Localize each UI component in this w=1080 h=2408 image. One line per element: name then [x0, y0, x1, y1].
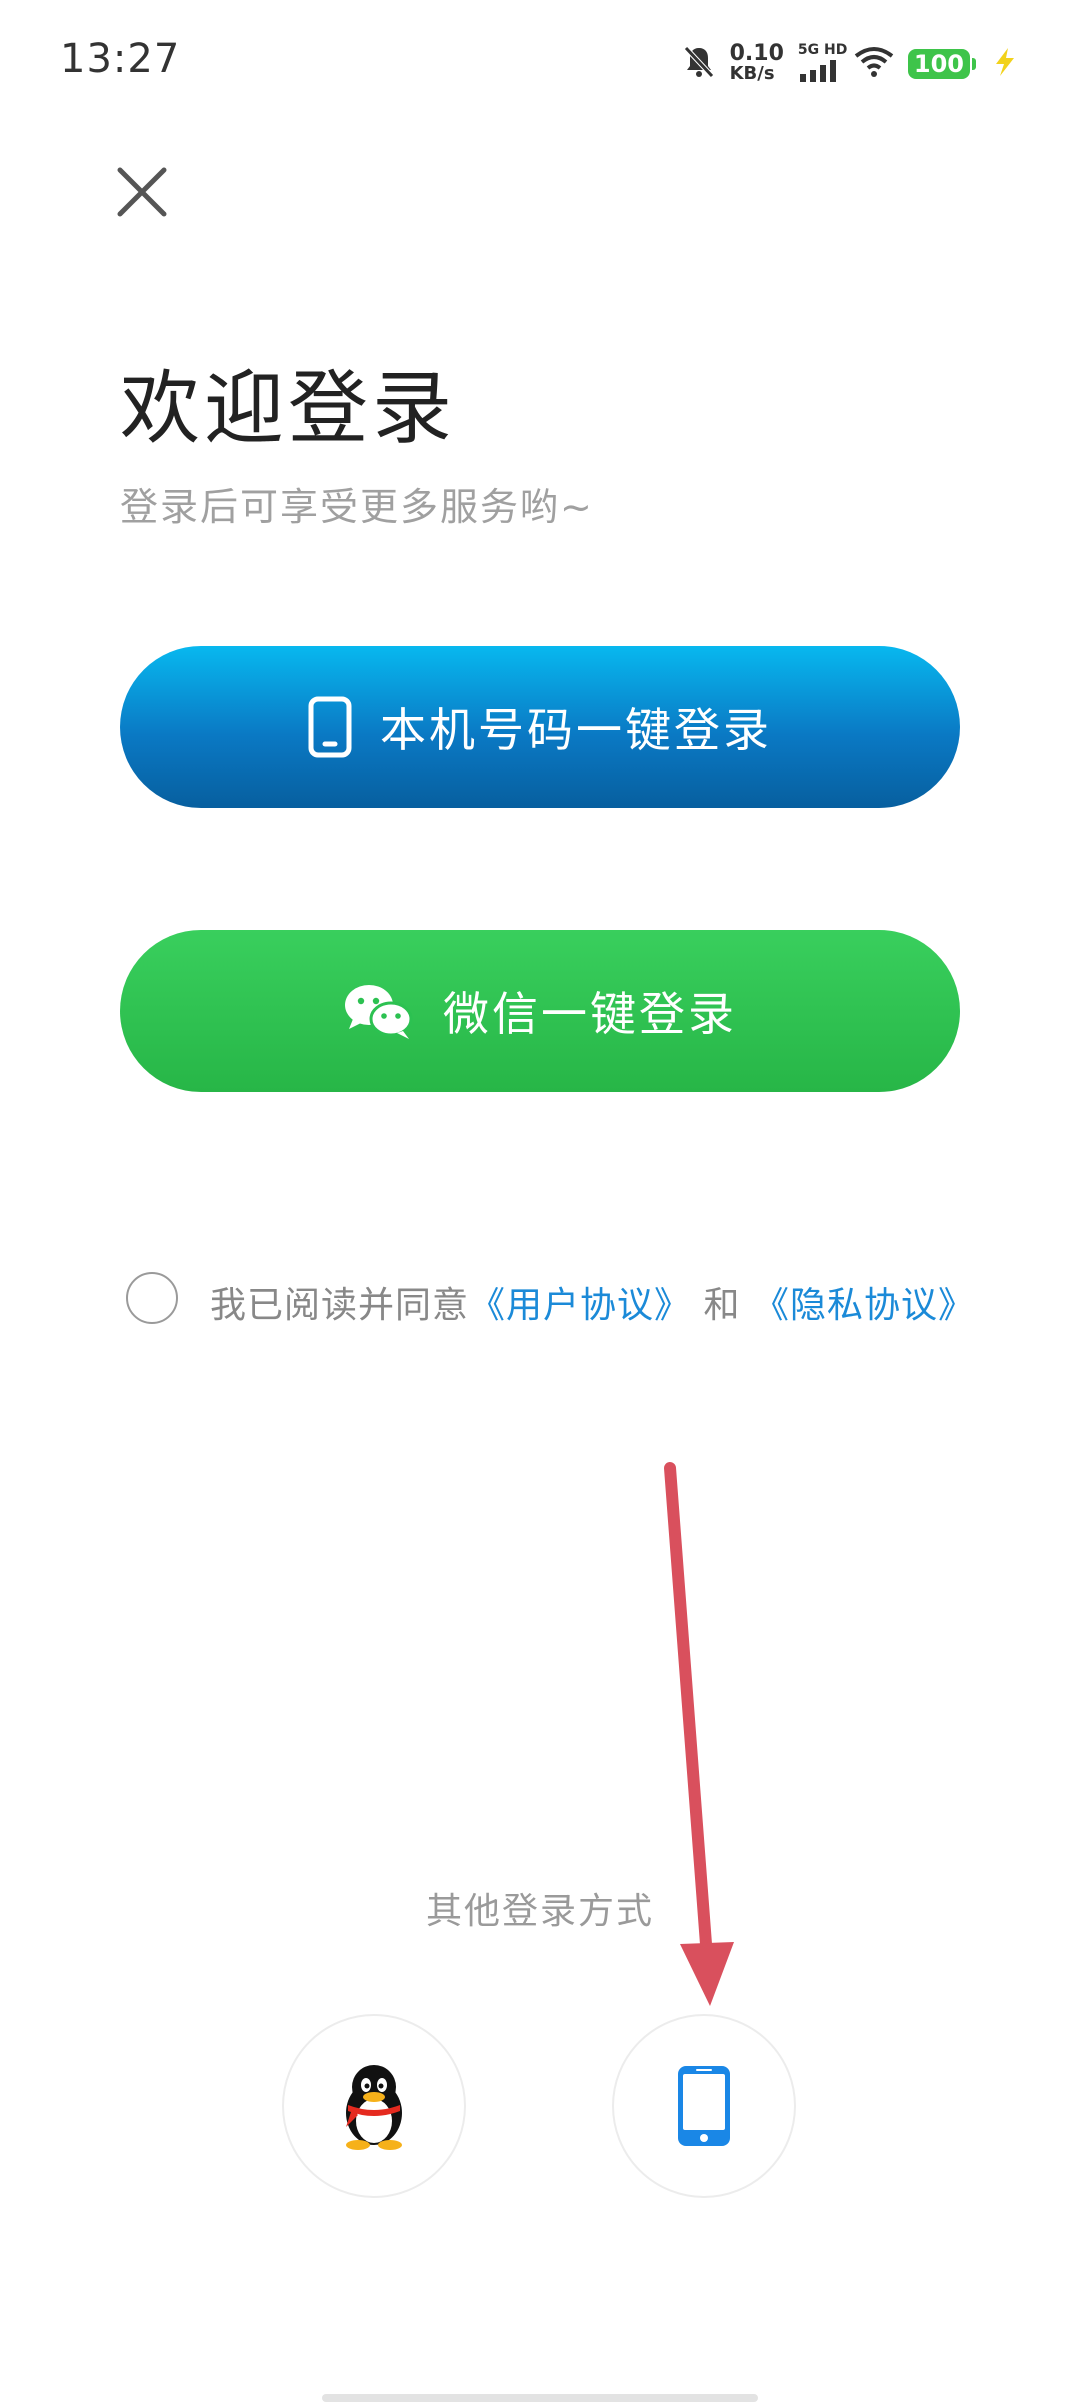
wifi-icon — [854, 46, 894, 82]
network-speed-unit: KB/s — [729, 63, 775, 84]
status-time: 13:27 — [60, 36, 181, 82]
status-icons: 0.10 KB/s 5G HD 100 — [682, 36, 1020, 92]
mute-bell-icon — [682, 44, 716, 84]
close-button[interactable] — [112, 162, 172, 222]
privacy-policy-link[interactable]: 《隐私协议》 — [753, 1285, 975, 1326]
page-title: 欢迎登录 — [120, 362, 456, 455]
phone-one-click-login-button[interactable]: 本机号码一键登录 — [120, 646, 960, 808]
qq-penguin-icon — [346, 2065, 402, 2150]
signal-icon: 5G HD — [798, 42, 847, 84]
page-subtitle: 登录后可享受更多服务哟~ — [120, 485, 594, 529]
wechat-one-click-login-button[interactable]: 微信一键登录 — [120, 930, 960, 1092]
qq-login-button[interactable] — [282, 2014, 466, 2198]
wechat-icon — [345, 985, 413, 1039]
user-agreement-link[interactable]: 《用户协议》 — [469, 1285, 691, 1326]
agreement-prefix: 我已阅读并同意 — [210, 1285, 470, 1326]
home-indicator[interactable] — [322, 2394, 758, 2402]
other-login-label: 其他登录方式 — [425, 1891, 654, 1932]
close-icon — [117, 167, 167, 217]
phone-number-login-button[interactable] — [612, 2014, 796, 2198]
agreement-text: 我已阅读并同意《用户协议》 和 《隐私协议》 — [210, 1276, 975, 1328]
network-speed: 0.10 KB/s — [729, 41, 784, 84]
phone-login-label: 本机号码一键登录 — [380, 703, 772, 757]
mobile-phone-icon — [678, 2066, 730, 2146]
network-speed-value: 0.10 — [729, 41, 784, 66]
agreement-conjunction: 和 — [703, 1285, 741, 1326]
agreement-checkbox[interactable] — [126, 1272, 178, 1324]
charging-icon — [990, 46, 1020, 82]
mobile-phone-icon — [308, 696, 352, 758]
wechat-login-label: 微信一键登录 — [443, 987, 737, 1041]
battery-icon: 100 — [907, 49, 977, 79]
